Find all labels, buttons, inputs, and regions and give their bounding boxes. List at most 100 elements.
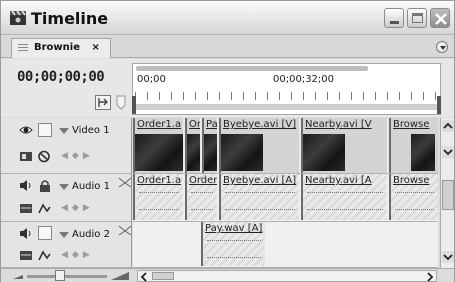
clip[interactable]: Order1.a (133, 174, 183, 220)
eye-icon[interactable] (19, 124, 33, 136)
track-lane-audio-1[interactable]: Order1.a Order Byebye.avi [A] Nearby.avi… (133, 174, 438, 222)
clip[interactable]: Nearby.avi [V (301, 118, 387, 173)
clip-label: Browse (393, 175, 430, 186)
film-clapper-icon (10, 10, 26, 25)
expand-track-icon[interactable] (59, 128, 69, 134)
ruler-ticks (135, 92, 438, 100)
scroll-down-button[interactable] (442, 146, 454, 158)
scroll-thumb[interactable] (442, 180, 454, 210)
clip[interactable]: Browse (389, 174, 438, 220)
clip-thumbnail (187, 134, 200, 171)
track-header-audio-1: Audio 1 ◀◆▶ (1, 174, 132, 222)
clip[interactable]: Or (185, 118, 200, 173)
chevron-left-icon[interactable] (139, 272, 149, 282)
work-area-bar[interactable] (135, 104, 438, 110)
track-lane-video-1[interactable]: Order1.a Or Pa Byebye.avi [V] Nearby.avi… (133, 118, 438, 174)
keyframe-navigator-icon[interactable]: ◀◆▶ (61, 250, 94, 260)
clip[interactable]: Order (185, 174, 217, 220)
snap-icon[interactable] (95, 95, 111, 110)
vertical-scrollbar[interactable] (440, 118, 454, 268)
minimize-button[interactable] (384, 8, 404, 28)
tab-bar: Brownie × (1, 36, 454, 58)
audio-waveform (139, 192, 179, 210)
panel-menu-button[interactable] (436, 41, 448, 53)
scroll-up-button[interactable] (442, 120, 454, 132)
hide-keyframes-icon[interactable] (37, 150, 51, 163)
work-area-start-handle[interactable] (132, 96, 136, 114)
drag-grip-icon[interactable] (18, 44, 28, 53)
track-audio-1: Audio 1 ◀◆▶ Order1.a Order Byebye.avi [A… (1, 174, 438, 222)
speaker-icon[interactable] (19, 227, 33, 240)
viewing-area-bar[interactable] (136, 66, 368, 71)
tab-brownie[interactable]: Brownie × (11, 38, 111, 58)
audio-waveform (395, 192, 434, 210)
sync-lock-icon[interactable] (118, 176, 132, 189)
tab-close-button[interactable]: × (91, 42, 99, 53)
clip[interactable]: Pay.wav [A] (201, 222, 265, 266)
clip[interactable]: Order1.a (133, 118, 183, 173)
clip-label: Pay.wav [A] (205, 223, 263, 234)
zoom-in-icon[interactable] (111, 271, 129, 281)
lock-track-toggle[interactable] (38, 123, 52, 137)
sync-lock-icon[interactable] (118, 224, 132, 237)
lock-icon[interactable] (38, 179, 52, 192)
expand-track-icon[interactable] (59, 184, 69, 190)
chevron-down-icon (443, 149, 453, 156)
clip[interactable]: Browse (389, 118, 438, 173)
maximize-icon (412, 13, 423, 23)
zoom-out-icon[interactable] (13, 272, 23, 280)
lock-track-toggle[interactable] (38, 226, 52, 240)
chevron-down-icon (443, 254, 453, 261)
maximize-button[interactable] (407, 8, 427, 28)
tab-label: Brownie (34, 42, 80, 53)
clip-label: Nearby.avi [V (305, 119, 372, 130)
timeline-footer (1, 268, 454, 282)
clip-thumbnail (204, 134, 217, 171)
clip-label: Byebye.avi [V] (223, 119, 297, 130)
show-keyframes-icon[interactable] (37, 202, 51, 215)
display-style-icon[interactable] (19, 249, 33, 262)
title-bar[interactable]: Timeline (1, 1, 454, 35)
track-audio-2: Audio 2 ◀◆▶ Pay.wav [A] (1, 222, 438, 268)
window-title: Timeline (31, 9, 109, 28)
display-style-icon[interactable] (19, 202, 33, 215)
set-marker-icon[interactable] (115, 95, 127, 110)
timeline-window: Timeline Brownie × 00;00;00;00 00;00 00;… (0, 0, 455, 282)
clip-label: Or (189, 119, 200, 130)
work-area-end-handle[interactable] (437, 96, 441, 114)
scroll-thumb[interactable] (152, 272, 174, 280)
zoom-slider-handle[interactable] (55, 270, 65, 281)
chevron-up-icon (443, 122, 453, 129)
close-button[interactable] (430, 8, 450, 28)
audio-waveform (207, 240, 261, 258)
current-timecode[interactable]: 00;00;00;00 (17, 69, 105, 85)
clip-label: Pa (206, 119, 217, 130)
timeline-header: 00;00;00;00 00;00 00;00;32;00 (1, 59, 454, 117)
scroll-down-button[interactable] (442, 251, 454, 263)
track-video-1: Video 1 ◀◆▶ Order1.a Or Pa Byebye.avi [V… (1, 118, 438, 174)
track-lane-audio-2[interactable]: Pay.wav [A] (133, 222, 438, 268)
clip[interactable]: Nearby.avi [A (301, 174, 387, 220)
clip-label: Order (189, 175, 217, 186)
minimize-icon (390, 21, 399, 24)
zoom-slider-track[interactable] (27, 275, 107, 278)
speaker-icon[interactable] (19, 179, 33, 192)
clip-label: Byebye.avi [A] (223, 175, 297, 186)
keyframe-navigator-icon[interactable]: ◀◆▶ (61, 151, 94, 161)
clip-thumbnail (303, 134, 345, 171)
track-name: Video 1 (72, 125, 110, 136)
tracks-area: Video 1 ◀◆▶ Order1.a Or Pa Byebye.avi [V… (1, 118, 454, 268)
clip[interactable]: Byebye.avi [V] (219, 118, 299, 173)
show-keyframes-icon[interactable] (37, 249, 51, 262)
keyframe-navigator-icon[interactable]: ◀◆▶ (61, 203, 94, 213)
expand-track-icon[interactable] (59, 232, 69, 238)
clip-label: Nearby.avi [A (305, 175, 372, 186)
ruler-label-start: 00;00 (137, 74, 166, 85)
display-style-icon[interactable] (19, 150, 33, 163)
horizontal-scrollbar[interactable] (137, 270, 437, 282)
clip[interactable]: Pa (202, 118, 217, 173)
time-ruler[interactable]: 00;00 00;00;32;00 (132, 63, 441, 115)
chevron-right-icon[interactable] (425, 272, 435, 282)
clip[interactable]: Byebye.avi [A] (219, 174, 299, 220)
ruler-label-mid: 00;00;32;00 (273, 74, 335, 85)
